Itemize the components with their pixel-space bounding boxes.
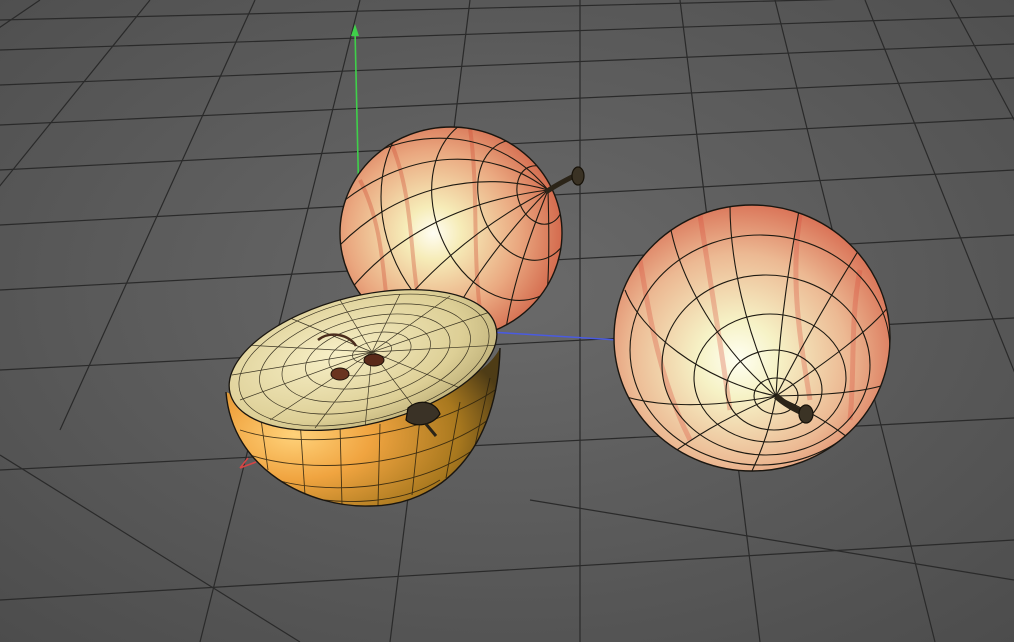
viewport-canvas[interactable]: [0, 0, 1014, 642]
3d-viewport[interactable]: [0, 0, 1014, 642]
